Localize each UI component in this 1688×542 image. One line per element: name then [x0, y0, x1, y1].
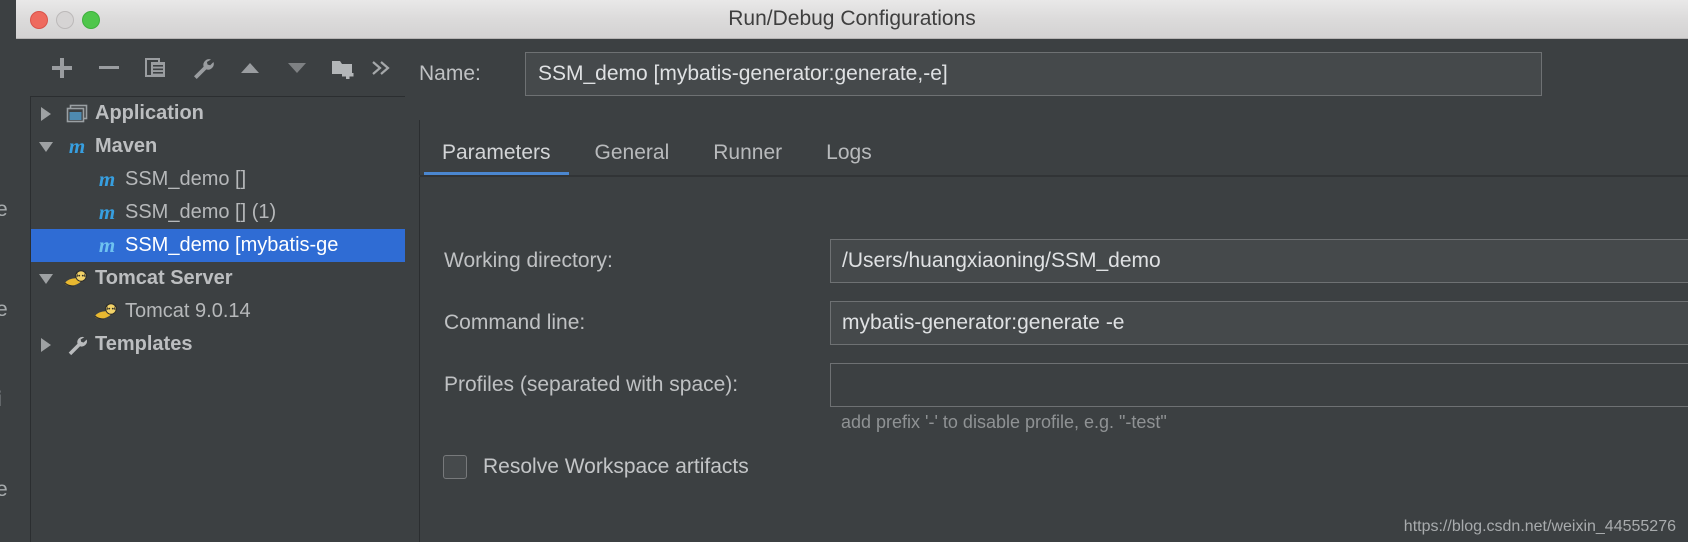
profiles-hint-text: add prefix '-' to disable profile, e.g. … [841, 412, 1167, 432]
background-text-fragment: i [0, 388, 2, 412]
dialog-content: Application m Maven m SSM_demo [] m SSM_… [16, 39, 1688, 542]
tab-parameters[interactable]: Parameters [420, 142, 573, 177]
tree-node-application[interactable]: Application [31, 97, 405, 130]
edit-templates-button[interactable] [179, 48, 226, 88]
wrench-icon [61, 333, 93, 357]
configuration-editor-pane: Name: SSM_demo [mybatis-generator:genera… [405, 39, 1688, 542]
maven-icon: m [98, 167, 116, 191]
add-button[interactable] [38, 48, 85, 88]
application-icon [61, 104, 93, 124]
tab-label: Parameters [442, 141, 551, 164]
background-window-strip: e e i e [0, 0, 16, 542]
tree-node-label: Templates [95, 333, 193, 355]
watermark-text: https://blog.csdn.net/weixin_44555276 [1403, 518, 1676, 535]
working-directory-label: Working directory: [444, 249, 613, 272]
tree-node-templates[interactable]: Templates [31, 328, 405, 361]
command-line-label: Command line: [444, 311, 586, 334]
tree-node-ssm-demo-1[interactable]: m SSM_demo [] (1) [31, 196, 405, 229]
tree-node-label: SSM_demo [] [125, 168, 247, 190]
tab-label: General [594, 141, 670, 164]
tomcat-icon [61, 269, 93, 289]
tree-node-maven[interactable]: m Maven [31, 130, 405, 163]
window-title: Run/Debug Configurations [728, 7, 976, 30]
tab-logs[interactable]: Logs [804, 142, 894, 177]
profiles-input[interactable] [830, 363, 1688, 407]
run-debug-configurations-window: Run/Debug Configurations Application m M… [16, 0, 1688, 542]
tree-node-label: Tomcat Server [95, 267, 233, 289]
name-label: Name: [419, 62, 481, 85]
copy-configuration-button[interactable] [132, 48, 179, 88]
tree-node-label: SSM_demo [mybatis-ge [125, 234, 339, 256]
resolve-workspace-artifacts-checkbox[interactable] [443, 455, 467, 479]
tree-node-label: Maven [95, 135, 158, 157]
resolve-workspace-artifacts-row[interactable]: Resolve Workspace artifacts [420, 447, 749, 487]
background-text-fragment: e [0, 478, 8, 501]
configurations-left-pane: Application m Maven m SSM_demo [] m SSM_… [16, 39, 405, 542]
resolve-workspace-artifacts-label: Resolve Workspace artifacts [483, 455, 749, 478]
tree-node-tomcat-9-0-14[interactable]: Tomcat 9.0.14 [31, 295, 405, 328]
parameters-form: Working directory: /Users/huangxiaoning/… [419, 177, 1688, 542]
move-down-button[interactable] [273, 48, 320, 88]
configurations-tree[interactable]: Application m Maven m SSM_demo [] m SSM_… [30, 96, 405, 542]
tree-node-ssm-demo-mybatis-generator[interactable]: m SSM_demo [mybatis-ge [31, 229, 405, 262]
tree-node-label: Application [95, 102, 204, 124]
tab-general[interactable]: General [573, 142, 692, 177]
configurations-toolbar [16, 39, 405, 96]
more-options-button[interactable] [367, 48, 393, 88]
background-text-fragment: e [0, 298, 8, 321]
tab-label: Logs [826, 141, 872, 164]
tree-node-ssm-demo[interactable]: m SSM_demo [] [31, 163, 405, 196]
command-line-row: Command line: mybatis-generator:generate… [420, 299, 1688, 347]
working-directory-input[interactable]: /Users/huangxiaoning/SSM_demo [830, 239, 1688, 283]
background-text-fragment: e [0, 198, 8, 221]
tab-runner[interactable]: Runner [691, 142, 804, 177]
tree-node-tomcat-server[interactable]: Tomcat Server [31, 262, 405, 295]
collapse-arrow-icon[interactable] [31, 141, 61, 152]
tree-node-label: Tomcat 9.0.14 [125, 300, 251, 322]
tomcat-icon [91, 302, 123, 322]
remove-button[interactable] [85, 48, 132, 88]
profiles-row: Profiles (separated with space): [420, 361, 1688, 409]
expand-arrow-icon[interactable] [31, 337, 61, 352]
editor-tabs: Parameters General Runner Logs [419, 120, 1688, 177]
expand-arrow-icon[interactable] [31, 106, 61, 121]
maven-icon: m [98, 233, 116, 257]
profiles-label: Profiles (separated with space): [444, 373, 739, 396]
window-titlebar: Run/Debug Configurations [16, 0, 1688, 39]
move-up-button[interactable] [226, 48, 273, 88]
name-row: Name: SSM_demo [mybatis-generator:genera… [405, 49, 1542, 99]
maven-icon: m [68, 134, 86, 158]
create-folder-button[interactable] [320, 48, 367, 88]
name-input[interactable]: SSM_demo [mybatis-generator:generate,-e] [525, 52, 1542, 96]
tree-node-label: SSM_demo [] (1) [125, 201, 277, 223]
maven-icon: m [98, 200, 116, 224]
collapse-arrow-icon[interactable] [31, 273, 61, 284]
tab-label: Runner [713, 141, 783, 164]
working-directory-row: Working directory: /Users/huangxiaoning/… [420, 237, 1688, 285]
command-line-input[interactable]: mybatis-generator:generate -e [830, 301, 1688, 345]
